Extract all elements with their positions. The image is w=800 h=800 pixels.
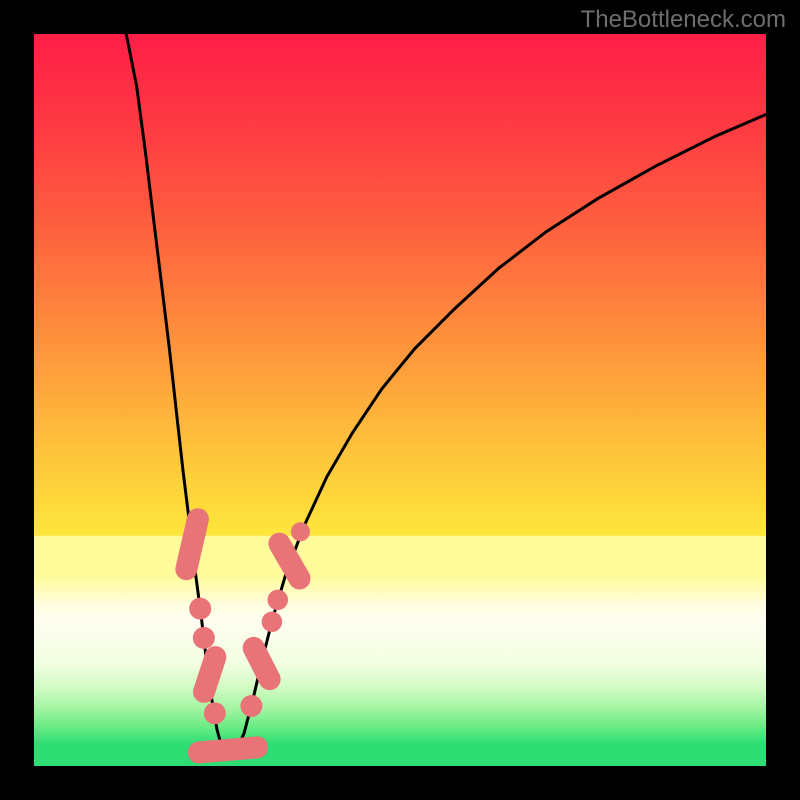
- watermark-text: TheBottleneck.com: [581, 6, 786, 34]
- chart-frame: TheBottleneck.com: [0, 0, 800, 800]
- right-dot-4: [291, 522, 310, 541]
- right-capsule-1: [254, 648, 270, 679]
- right-dot-2: [262, 612, 282, 632]
- left-dot-2: [193, 627, 215, 649]
- frame-bottom: [0, 766, 800, 800]
- left-capsule-2: [204, 657, 215, 692]
- left-cluster-top: [186, 519, 198, 569]
- right-dot-3: [268, 590, 288, 610]
- right-dot-1: [240, 695, 262, 717]
- left-dot-1: [189, 598, 211, 620]
- left-dot-3: [204, 702, 226, 724]
- frame-right: [766, 0, 800, 800]
- bottom-capsule: [199, 747, 257, 752]
- chart-svg: [0, 0, 800, 800]
- frame-left: [0, 0, 34, 800]
